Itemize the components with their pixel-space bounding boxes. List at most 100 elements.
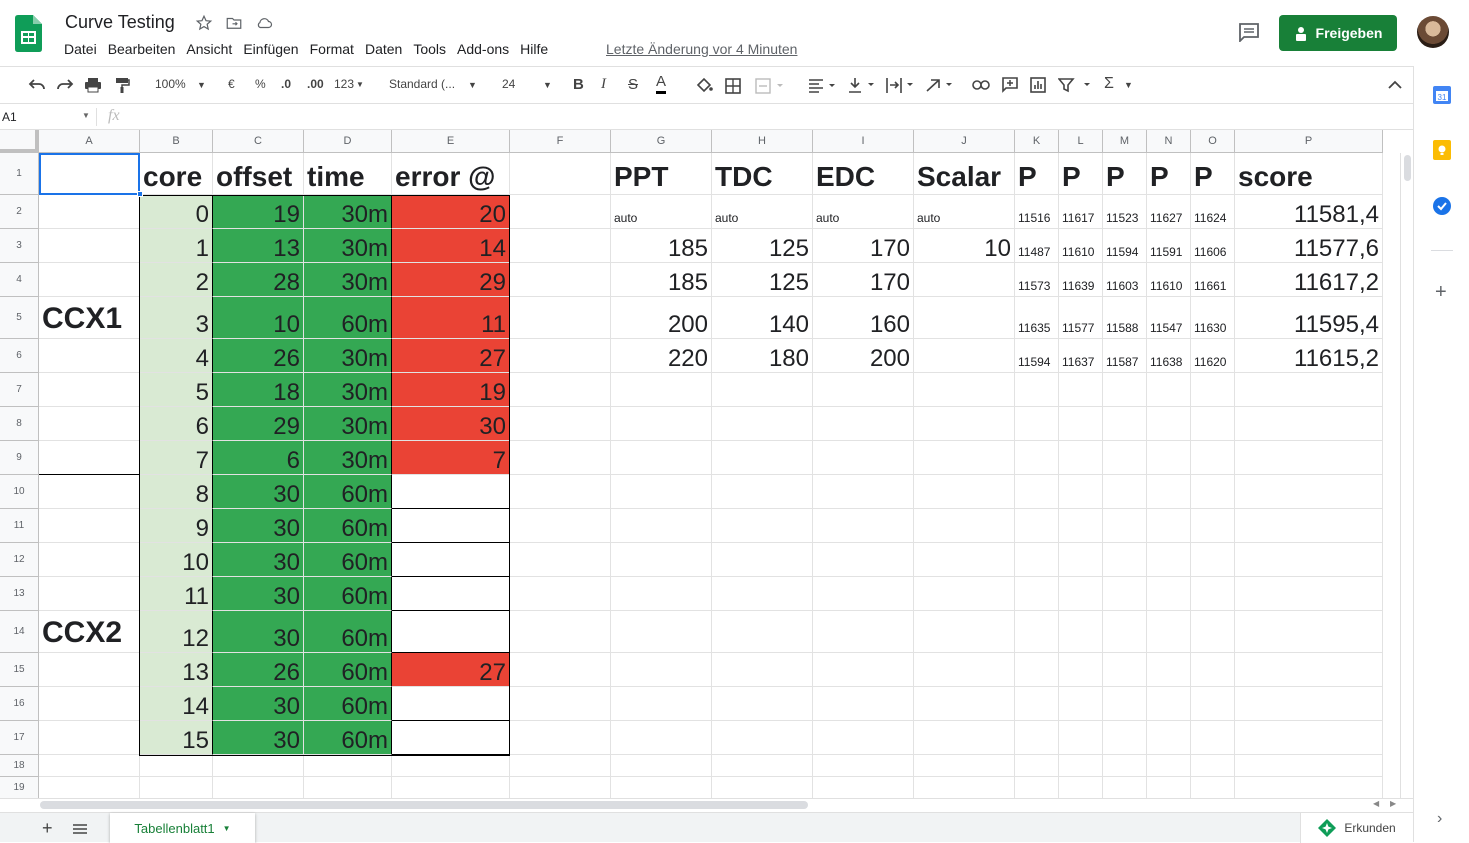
p-value-cell[interactable]: 11587 [1103,339,1147,373]
cell[interactable] [1235,777,1383,798]
cell[interactable] [1059,721,1103,755]
cell[interactable] [1147,755,1191,777]
cell[interactable] [1015,611,1059,653]
cell[interactable] [611,577,712,611]
cell[interactable] [510,755,611,777]
header-p3[interactable]: P [1103,153,1147,195]
text-color-button[interactable]: A [656,73,667,94]
cell[interactable] [510,339,611,373]
cell[interactable] [1191,509,1235,543]
offset-cell[interactable]: 13 [213,229,304,263]
p-value-cell[interactable]: 11523 [1103,195,1147,229]
cell[interactable] [510,653,611,687]
time-cell[interactable]: 30m [304,407,392,441]
cell[interactable] [1191,653,1235,687]
account-avatar[interactable] [1417,16,1449,48]
cell[interactable] [1015,687,1059,721]
offset-cell[interactable]: 28 [213,263,304,297]
undo-icon[interactable] [28,78,46,92]
time-cell[interactable]: 60m [304,543,392,577]
fill-color-icon[interactable] [695,77,713,93]
scalar-cell[interactable] [914,297,1015,339]
cell[interactable] [304,777,392,798]
all-sheets-icon[interactable] [73,824,87,834]
offset-cell[interactable]: 19 [213,195,304,229]
cell[interactable] [1103,475,1147,509]
cell[interactable] [1103,721,1147,755]
cell[interactable] [813,721,914,755]
core-cell[interactable]: 2 [140,263,213,297]
offset-cell[interactable]: 29 [213,407,304,441]
cell[interactable] [712,653,813,687]
name-box-dropdown-icon[interactable]: ▼ [82,111,90,120]
cell[interactable] [1191,755,1235,777]
cell[interactable] [1191,407,1235,441]
p-value-cell[interactable]: 11630 [1191,297,1235,339]
move-folder-icon[interactable] [225,14,243,32]
cell[interactable] [712,721,813,755]
time-cell[interactable]: 60m [304,653,392,687]
cell[interactable] [39,577,140,611]
menu-einfuegen[interactable]: Einfügen [243,41,298,57]
menu-daten[interactable]: Daten [365,41,402,57]
cell[interactable] [813,475,914,509]
core-cell[interactable]: 9 [140,509,213,543]
cell[interactable] [510,777,611,798]
error-cell[interactable] [392,721,510,755]
scalar-cell[interactable] [914,263,1015,297]
column-header-a[interactable]: A [39,130,140,153]
core-cell[interactable]: 11 [140,577,213,611]
cell[interactable] [1059,687,1103,721]
add-sheet-icon[interactable]: + [42,818,53,839]
p-value-cell[interactable]: 11661 [1191,263,1235,297]
error-cell[interactable]: 29 [392,263,510,297]
header-offset[interactable]: offset [213,153,304,195]
cell[interactable] [712,777,813,798]
cell[interactable] [611,611,712,653]
cell[interactable] [1015,543,1059,577]
currency-format-button[interactable]: € [228,77,235,91]
expand-panel-icon[interactable]: › [1437,810,1442,828]
increase-decimals-button[interactable]: .00 [307,77,324,91]
error-cell[interactable]: 14 [392,229,510,263]
column-header-g[interactable]: G [611,130,712,153]
core-cell[interactable]: 10 [140,543,213,577]
zoom-dropdown-icon[interactable]: ▼ [197,80,206,90]
cell[interactable] [1147,611,1191,653]
row-header-9[interactable]: 9 [0,441,39,475]
cell[interactable] [712,543,813,577]
cell[interactable] [1015,441,1059,475]
p-value-cell[interactable]: 11639 [1059,263,1103,297]
p-value-cell[interactable]: 11594 [1015,339,1059,373]
cell[interactable] [39,509,140,543]
p-value-cell[interactable]: 11573 [1015,263,1059,297]
header-core[interactable]: core [140,153,213,195]
functions-dropdown-icon[interactable]: ▼ [1124,80,1133,90]
header-edc[interactable]: EDC [813,153,914,195]
header-tdc[interactable]: TDC [712,153,813,195]
cell[interactable] [1103,407,1147,441]
cell[interactable] [213,755,304,777]
offset-cell[interactable]: 30 [213,577,304,611]
row-header-5[interactable]: 5 [0,297,39,339]
cell[interactable] [1059,755,1103,777]
cell[interactable] [1103,543,1147,577]
name-box[interactable]: A1 [2,110,17,124]
score-cell[interactable]: 11615,2 [1235,339,1383,373]
cell[interactable] [712,373,813,407]
select-all-corner[interactable] [0,130,39,153]
cell[interactable] [1015,721,1059,755]
insert-chart-icon[interactable] [1030,77,1046,93]
cell[interactable] [1015,373,1059,407]
error-cell[interactable]: 11 [392,297,510,339]
error-cell[interactable]: 19 [392,373,510,407]
cell[interactable] [1015,777,1059,798]
cell[interactable] [914,611,1015,653]
core-cell[interactable]: 3 [140,297,213,339]
cell[interactable] [1191,721,1235,755]
row-header-14[interactable]: 14 [0,611,39,653]
time-cell[interactable]: 30m [304,373,392,407]
cell[interactable] [1015,475,1059,509]
menu-hilfe[interactable]: Hilfe [520,41,548,57]
column-header-d[interactable]: D [304,130,392,153]
